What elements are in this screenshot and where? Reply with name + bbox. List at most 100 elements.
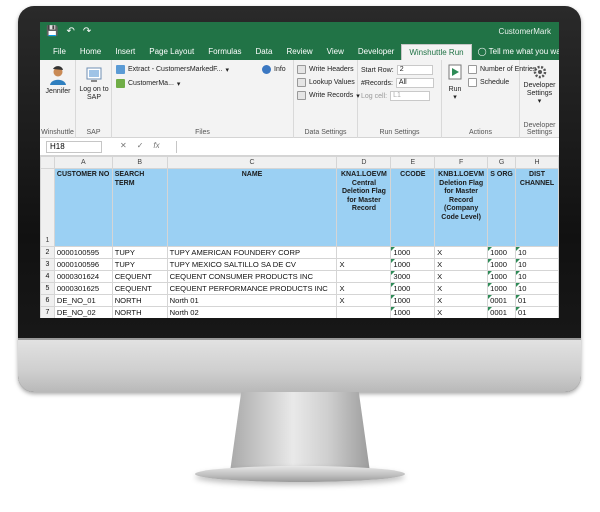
cell[interactable]: TUPY AMERICAN FOUNDERY CORP [166, 246, 338, 259]
start-row-input[interactable]: 2 [396, 65, 433, 75]
header-cell[interactable]: KNB1.LOEVM Deletion Flag for Master Reco… [434, 168, 489, 247]
column-header[interactable]: H [515, 156, 559, 169]
lookup-values-button[interactable]: Lookup Values [297, 78, 355, 87]
log-cell-input[interactable]: L1 [390, 91, 431, 101]
fx-icon[interactable]: fx [153, 141, 159, 150]
tab-page-layout[interactable]: Page Layout [142, 44, 201, 60]
header-cell[interactable]: DIST CHANNEL [515, 168, 559, 247]
cell[interactable]: 10 [515, 270, 559, 283]
cell[interactable]: CEQUENT CONSUMER PRODUCTS INC [166, 270, 338, 283]
tab-formulas[interactable]: Formulas [201, 44, 248, 60]
cell[interactable]: 3000 [390, 270, 436, 283]
column-header[interactable]: A [53, 156, 113, 169]
cell[interactable]: CEQUENT [111, 282, 168, 295]
cell[interactable]: 1000 [390, 258, 436, 271]
cell[interactable] [336, 246, 392, 259]
cell[interactable]: 10 [515, 282, 559, 295]
row-number[interactable]: 3 [40, 258, 55, 271]
column-header[interactable]: F [434, 156, 489, 169]
cell[interactable] [336, 270, 392, 283]
cell[interactable]: 0000301625 [53, 282, 113, 295]
cell[interactable]: 1000 [390, 306, 436, 318]
cell[interactable]: 1000 [390, 294, 436, 307]
cell[interactable]: TUPY [111, 246, 168, 259]
cell[interactable]: DE_NO_02 [53, 306, 113, 318]
cell[interactable]: 10 [515, 258, 559, 271]
cell[interactable]: 10 [515, 246, 559, 259]
name-box[interactable]: H18 [46, 141, 102, 153]
column-header[interactable]: B [111, 156, 168, 169]
tab-developer[interactable]: Developer [351, 44, 401, 60]
cell[interactable]: NORTH [111, 306, 168, 318]
redo-icon[interactable]: ↷ [83, 26, 91, 38]
column-header[interactable]: E [390, 156, 436, 169]
cell[interactable]: 01 [515, 294, 559, 307]
cell[interactable]: 1000 [487, 270, 517, 283]
data-file-dropdown[interactable]: CustomerMa... ▾ [116, 79, 180, 88]
cell[interactable]: X [336, 282, 392, 295]
cell[interactable] [336, 306, 392, 318]
cell[interactable]: 0000100596 [53, 258, 113, 271]
column-header[interactable]: D [336, 156, 392, 169]
info-button[interactable]: Info [262, 65, 286, 74]
tab-data[interactable]: Data [249, 44, 280, 60]
cell[interactable]: North 01 [166, 294, 338, 307]
records-input[interactable]: All [395, 78, 434, 88]
save-icon[interactable]: 💾 [46, 26, 58, 38]
row-number[interactable]: 4 [40, 270, 55, 283]
tab-insert[interactable]: Insert [108, 44, 142, 60]
cell[interactable]: 01 [515, 306, 559, 318]
header-cell[interactable]: KNA1.LOEVM Central Deletion Flag for Mas… [336, 168, 392, 247]
column-header[interactable]: C [166, 156, 338, 169]
cell[interactable]: X [434, 258, 489, 271]
header-cell[interactable]: CUSTOMER NO [53, 168, 113, 247]
extract-file-dropdown[interactable]: Extract - CustomersMarkedF... ▾ [116, 65, 229, 74]
column-header[interactable]: G [487, 156, 517, 169]
cell[interactable]: 0000301624 [53, 270, 113, 283]
developer-settings-button[interactable]: Developer Settings ▾ [520, 64, 559, 106]
row-number[interactable]: 1 [40, 168, 55, 247]
cell[interactable]: 0001 [487, 294, 517, 307]
cell[interactable]: NORTH [111, 294, 168, 307]
cell[interactable]: X [434, 282, 489, 295]
user-button[interactable]: Jennifer [43, 66, 73, 96]
header-cell[interactable]: NAME [166, 168, 338, 247]
cancel-icon[interactable]: ✕ [120, 141, 127, 150]
header-cell[interactable]: SEARCH TERM [111, 168, 168, 247]
cell[interactable]: X [336, 294, 392, 307]
tab-review[interactable]: Review [279, 44, 319, 60]
cell[interactable]: X [434, 246, 489, 259]
cell[interactable]: 1000 [390, 246, 436, 259]
cell[interactable]: DE_NO_01 [53, 294, 113, 307]
cell[interactable]: 0000100595 [53, 246, 113, 259]
row-number[interactable]: 6 [40, 294, 55, 307]
write-headers-button[interactable]: Write Headers [297, 65, 354, 74]
schedule-button[interactable]: Schedule [468, 78, 509, 87]
cell[interactable]: X [434, 306, 489, 318]
write-records-button[interactable]: Write Records ▾ [297, 91, 360, 100]
cell[interactable]: North 02 [166, 306, 338, 318]
header-cell[interactable]: CCODE [390, 168, 436, 247]
cell[interactable]: CEQUENT [111, 270, 168, 283]
tab-view[interactable]: View [320, 44, 351, 60]
row-number[interactable]: 2 [40, 246, 55, 259]
cell[interactable]: 1000 [390, 282, 436, 295]
confirm-icon[interactable]: ✓ [137, 141, 144, 150]
formula-input[interactable] [176, 141, 553, 153]
row-number[interactable]: 5 [40, 282, 55, 295]
cell[interactable]: 0001 [487, 306, 517, 318]
run-button[interactable]: Run ▾ [444, 64, 466, 102]
cell[interactable]: X [434, 294, 489, 307]
tab-winshuttle-run[interactable]: Winshuttle Run [401, 44, 472, 60]
tab-home[interactable]: Home [73, 44, 108, 60]
cell[interactable]: 1000 [487, 258, 517, 271]
row-number[interactable]: 7 [40, 306, 55, 318]
header-cell[interactable]: S ORG [487, 168, 517, 247]
cell[interactable]: X [434, 270, 489, 283]
spreadsheet-grid[interactable]: A B C D E F G H 1 CUSTOMER NO SEARCH TER… [40, 156, 559, 318]
cell[interactable]: 1000 [487, 246, 517, 259]
tell-me-box[interactable]: ◯ Tell me what you want to do [472, 44, 559, 60]
undo-icon[interactable]: ↶ [66, 26, 74, 38]
cell[interactable]: X [336, 258, 392, 271]
cell[interactable]: CEQUENT PERFORMANCE PRODUCTS INC [166, 282, 338, 295]
